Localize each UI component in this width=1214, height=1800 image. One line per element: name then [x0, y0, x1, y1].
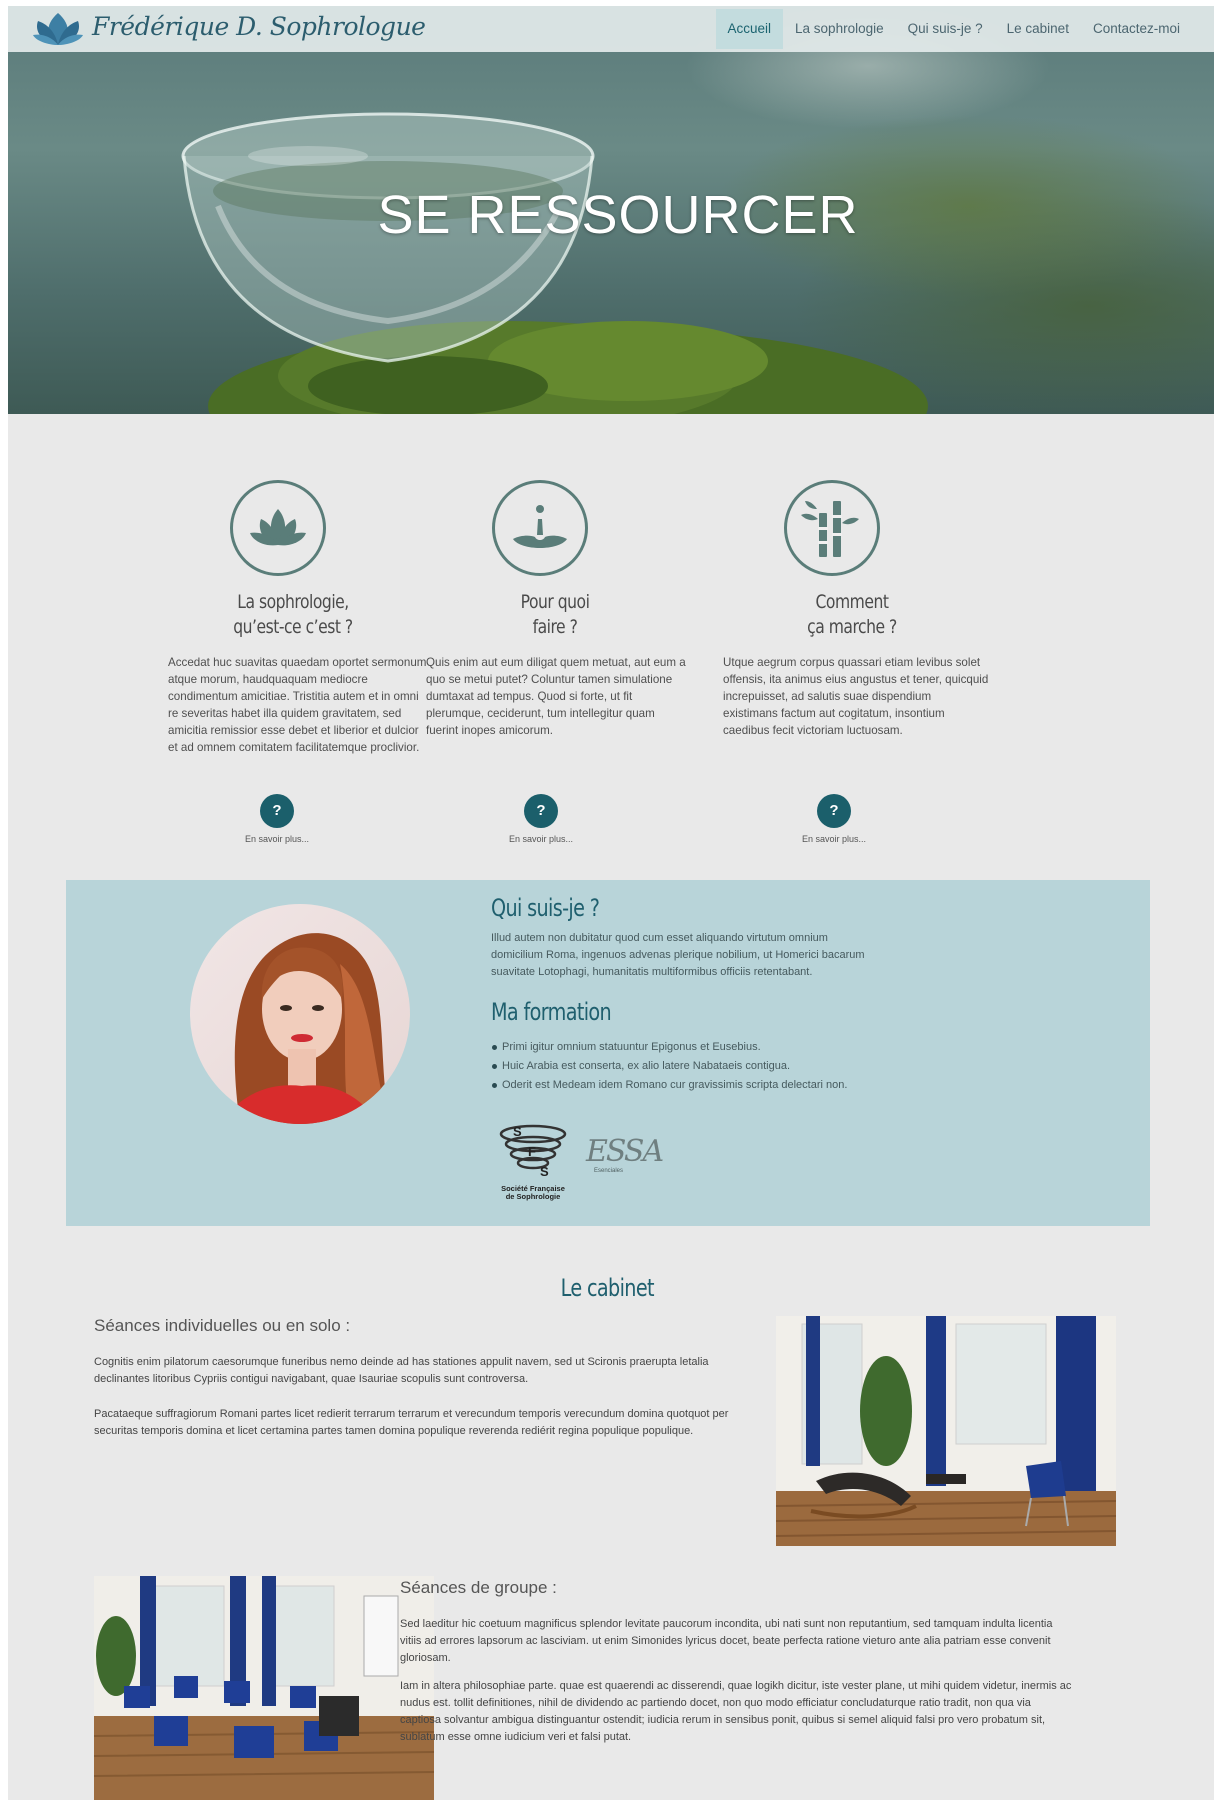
sfs-letter: F: [528, 1144, 536, 1159]
feature-body: Accedat huc suavitas quaedam oportet ser…: [168, 656, 427, 754]
feature-body: Utque aegrum corpus quassari etiam levib…: [723, 656, 989, 737]
feature-title: Comment ça marche ?: [807, 591, 897, 638]
solo-paragraph: Cognitis enim pilatorum caesorumque fune…: [94, 1356, 709, 1385]
feature-title: La sophrologie, qu’est-ce c’est ?: [233, 591, 353, 638]
more-info-button[interactable]: ?: [817, 794, 851, 828]
read-more-link[interactable]: En savoir plus...: [217, 834, 337, 844]
more-info-button[interactable]: ?: [260, 794, 294, 828]
essa-logo-text: ESSA: [586, 1134, 664, 1169]
lotus-logo-icon[interactable]: [32, 9, 84, 49]
list-item: Huic Arabia est conserta, ex alio latere…: [491, 1057, 911, 1076]
cabinet-section-title: Le cabinet: [560, 1274, 654, 1302]
formation-title: Ma formation: [491, 998, 612, 1026]
formation-list: Primi igitur omnium statuuntur Epigonus …: [491, 1038, 911, 1095]
about-title: Qui suis-je ?: [491, 894, 600, 922]
solo-title: Séances individuelles ou en solo :: [94, 1316, 351, 1335]
group-title: Séances de groupe :: [400, 1578, 557, 1597]
hero-banner: SE RESSOURCER: [8, 6, 1214, 414]
solo-paragraph: Pacataeque suffragiorum Romani partes li…: [94, 1408, 729, 1437]
lotus-icon: [230, 480, 326, 576]
more-info-button[interactable]: ?: [524, 794, 558, 828]
list-item: Primi igitur omnium statuuntur Epigonus …: [491, 1038, 911, 1057]
site-logo-text[interactable]: Frédérique D. Sophrologue: [92, 12, 426, 41]
read-more-link[interactable]: En savoir plus...: [481, 834, 601, 844]
nav-item-sophrologie[interactable]: La sophrologie: [783, 9, 896, 49]
about-text: Illud autem non dubitatur quod cum esset…: [491, 932, 865, 978]
navbar: Frédérique D. Sophrologue Accueil La sop…: [8, 6, 1214, 52]
group-paragraph: Iam in altera philosophiae parte. quae e…: [400, 1680, 1072, 1743]
group-room-photo: [94, 1576, 434, 1800]
list-item: Oderit est Medeam idem Romano cur gravis…: [491, 1076, 911, 1095]
nav-item-accueil[interactable]: Accueil: [715, 9, 784, 49]
bamboo-icon: [784, 480, 880, 576]
sfs-logo-mark: S F S: [499, 1124, 567, 1179]
page: SE RESSOURCER Frédérique D. Sophrologue …: [8, 6, 1214, 1800]
hero-title: SE RESSOURCER: [377, 185, 859, 245]
water-drop-icon: [492, 480, 588, 576]
nav-item-qui-suis-je[interactable]: Qui suis-je ?: [896, 9, 995, 49]
about-section: Qui suis-je ? Illud autem non dubitatur …: [66, 880, 1150, 1226]
sfs-logo: S F S Société Française de Sophrologie: [498, 1124, 568, 1204]
sfs-caption: Société Française de Sophrologie: [501, 1184, 565, 1201]
feature-body: Quis enim aut eum diligat quem metuat, a…: [426, 656, 686, 737]
portrait-photo: [190, 904, 410, 1124]
feature-title: Pour quoi faire ?: [520, 591, 590, 638]
sfs-letter: S: [513, 1124, 522, 1139]
nav-item-cabinet[interactable]: Le cabinet: [995, 9, 1081, 49]
nav-item-contact[interactable]: Contactez-moi: [1081, 9, 1192, 49]
solo-room-photo: [776, 1316, 1116, 1546]
group-paragraph: Sed laeditur hic coetuum magnificus sple…: [400, 1618, 1053, 1664]
main-menu: Accueil La sophrologie Qui suis-je ? Le …: [715, 6, 1193, 52]
read-more-link[interactable]: En savoir plus...: [774, 834, 894, 844]
essa-logo: ESSA Esenciales: [586, 1136, 686, 1186]
sfs-letter: S: [540, 1164, 549, 1179]
